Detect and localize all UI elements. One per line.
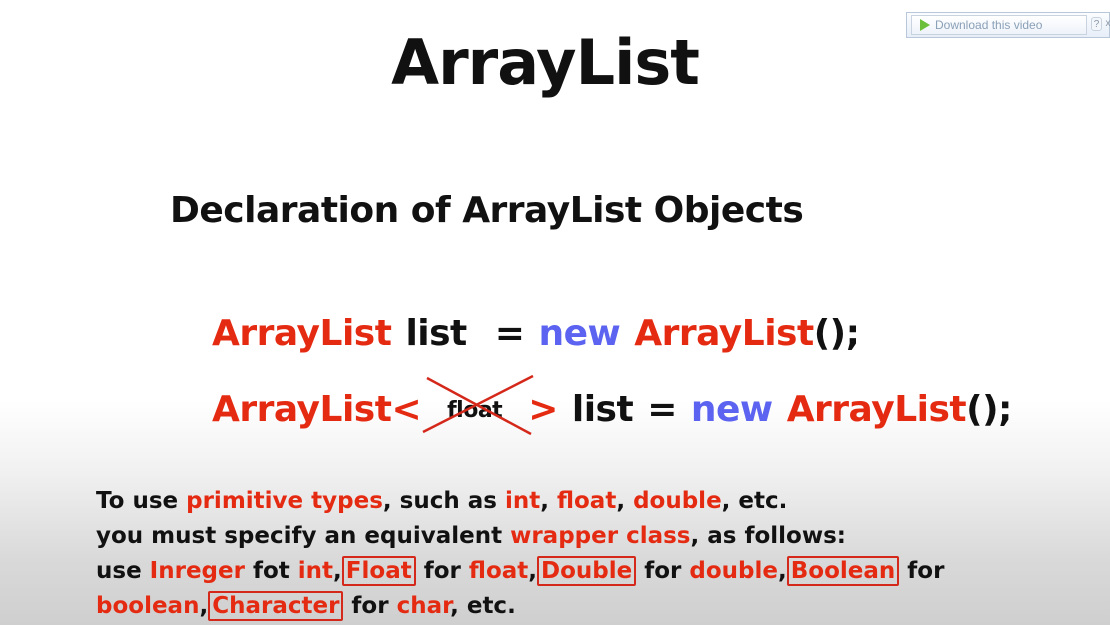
wrapper-class-note: To use primitive types, such as int, flo…: [96, 484, 1086, 624]
code1-var: list: [405, 313, 467, 354]
note-text: , as follows:: [690, 523, 846, 549]
note-text: for: [415, 558, 469, 584]
note-text: ,: [528, 558, 538, 584]
note-keyword: double: [633, 488, 722, 514]
code2-eq: =: [647, 389, 677, 430]
note-text: ,: [778, 558, 787, 584]
note-keyword: boolean: [96, 593, 200, 619]
code-line-1: ArrayList list = new ArrayList();: [212, 312, 860, 356]
note-text: To use: [96, 488, 187, 514]
code1-type: ArrayList: [212, 313, 392, 354]
code1-eq: =: [494, 313, 525, 354]
boxed-wrapper-float: Float: [341, 556, 416, 586]
note-keyword: double: [689, 558, 778, 584]
code2-new: new: [690, 389, 773, 430]
boxed-wrapper-character: Character: [208, 591, 344, 621]
slide-title: ArrayList: [391, 26, 700, 99]
boxed-wrapper-double: Double: [537, 556, 637, 586]
note-text: for: [899, 558, 945, 584]
note-keyword: int: [504, 488, 541, 514]
note-line-3: use Inreger fot int, Float for float, Doub…: [96, 554, 1086, 589]
note-line-1: To use primitive types, such as int, flo…: [96, 484, 1086, 519]
code2-ctor: ArrayList: [786, 389, 967, 430]
crossed-out-type: float: [421, 374, 534, 437]
code1-ctor: ArrayList: [634, 313, 814, 354]
note-keyword: float: [468, 558, 529, 584]
note-text: ,: [540, 488, 557, 514]
cross-out-mark: [422, 374, 534, 436]
note-text: ,: [616, 488, 634, 514]
note-text: you must specify an equivalent: [96, 523, 511, 549]
code1-end: ();: [813, 313, 860, 354]
note-text: for: [636, 558, 690, 584]
note-text: , etc.: [721, 488, 788, 514]
note-keyword: wrapper class: [510, 523, 691, 549]
note-keyword: char: [396, 593, 451, 619]
slide-subtitle: Declaration of ArrayList Objects: [170, 190, 804, 231]
note-keyword: int: [297, 558, 334, 584]
boxed-wrapper-boolean: Boolean: [786, 556, 900, 586]
code1-new: new: [538, 313, 621, 354]
note-text: , such as: [382, 488, 505, 514]
code2-type-open: ArrayList<: [212, 389, 422, 430]
note-text: ,: [199, 593, 209, 619]
note-text: use: [96, 558, 150, 584]
note-text: , etc.: [450, 593, 516, 619]
code2-var: list: [571, 389, 634, 430]
note-keyword: float: [556, 488, 617, 514]
note-text: fot: [244, 558, 298, 584]
note-line-2: you must specify an equivalent wrapper c…: [96, 519, 1086, 554]
video-slide: Download this video ? x ArrayList Declar…: [0, 0, 1110, 625]
note-text: for: [343, 593, 397, 619]
close-button[interactable]: x: [1104, 17, 1110, 31]
note-keyword: Inreger: [149, 558, 245, 584]
code-line-2: ArrayList< float > list = new ArrayList();: [212, 374, 1012, 437]
note-line-4: boolean, Character for char, etc.: [96, 589, 1086, 624]
code2-end: ();: [966, 389, 1012, 430]
help-button[interactable]: ?: [1091, 17, 1102, 31]
note-keyword: primitive types: [186, 488, 383, 514]
note-text: ,: [333, 558, 342, 584]
